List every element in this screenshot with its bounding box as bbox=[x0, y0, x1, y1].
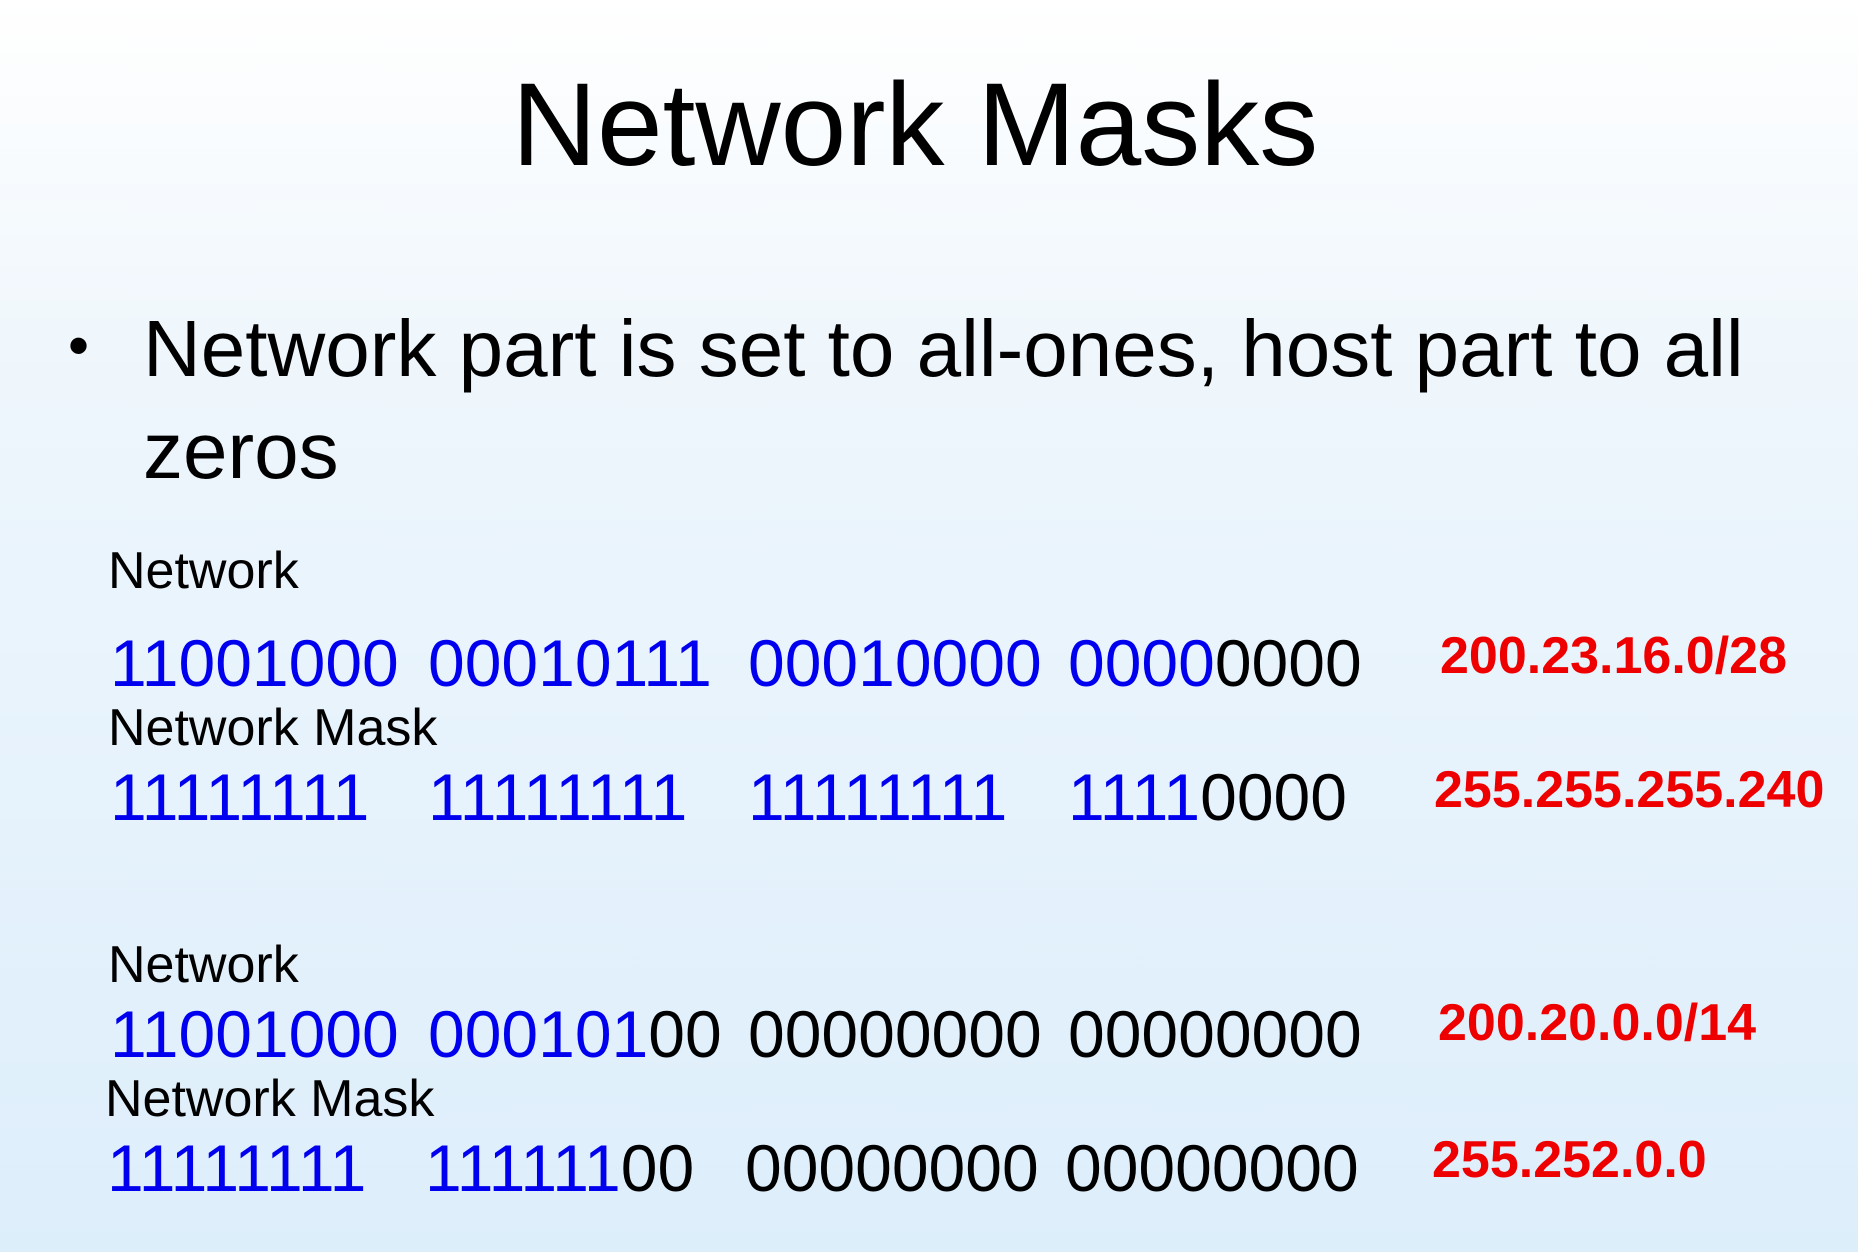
bullet-text: Network part is set to all-ones, host pa… bbox=[143, 304, 1744, 495]
octet-2: 11111100 bbox=[425, 1131, 695, 1205]
example-1-mask-binary: 11111111 11111111 11111111 11110000 bbox=[110, 759, 1360, 835]
example-2-mask-label: Network Mask bbox=[105, 1070, 435, 1128]
example-1-mask-dotted: 255.255.255.240 bbox=[1434, 761, 1825, 819]
example-1-network-dotted: 200.23.16.0/28 bbox=[1440, 627, 1787, 685]
example-2-network-binary: 11001000 00010100 00000000 00000000 bbox=[110, 996, 1362, 1072]
bullet-marker: • bbox=[68, 312, 90, 379]
octet-1: 11111111 bbox=[107, 1131, 367, 1205]
octet-3: 00010000 bbox=[748, 626, 1042, 700]
example-2-network-label: Network bbox=[108, 936, 299, 994]
example-1-network-label: Network bbox=[108, 542, 299, 600]
example-1-mask-label: Network Mask bbox=[108, 699, 438, 757]
example-1-network-binary: 11001000 00010111 00010000 00000000 bbox=[110, 625, 1362, 701]
octet-3: 11111111 bbox=[748, 760, 1008, 834]
slide-title: Network Masks bbox=[511, 59, 1319, 191]
example-2-network-dotted: 200.20.0.0/14 bbox=[1438, 994, 1757, 1052]
octet-1: 11001000 bbox=[110, 626, 399, 700]
octet-2: 00010111 bbox=[428, 626, 712, 700]
octet-4: 00000000 bbox=[1068, 626, 1362, 700]
octet-2: 00010100 bbox=[428, 997, 722, 1071]
octet-3: 00000000 bbox=[748, 997, 1042, 1071]
octet-3: 00000000 bbox=[745, 1131, 1039, 1205]
octet-2: 11111111 bbox=[428, 760, 688, 834]
example-2-mask-binary: 11111111 11111100 00000000 00000000 bbox=[107, 1130, 1359, 1206]
octet-1: 11111111 bbox=[110, 760, 370, 834]
example-2-mask-dotted: 255.252.0.0 bbox=[1432, 1131, 1707, 1189]
octet-1: 11001000 bbox=[110, 997, 399, 1071]
octet-4: 00000000 bbox=[1068, 997, 1362, 1071]
octet-4: 11110000 bbox=[1068, 760, 1347, 834]
octet-4: 00000000 bbox=[1065, 1131, 1359, 1205]
